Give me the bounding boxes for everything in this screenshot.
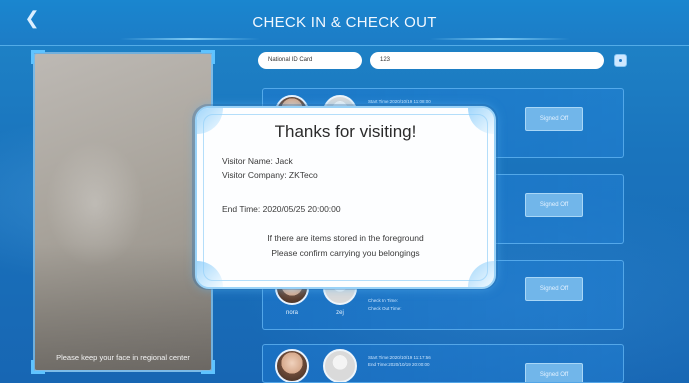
host-avatar (323, 349, 357, 382)
check-out-time: Check Out Time: (368, 306, 402, 311)
visitor-name-text: Visitor Name: Jack (222, 156, 293, 166)
search-input[interactable]: 123 (370, 52, 604, 69)
visitor-avatar (275, 349, 309, 382)
camera-corner-top-left (31, 50, 45, 64)
dialog-title: Thanks for visiting! (274, 122, 417, 141)
search-button[interactable] (614, 54, 627, 67)
camera-preview: Please keep your face in regional center (33, 52, 213, 372)
top-bar: ❮ CHECK IN & CHECK OUT (0, 0, 689, 46)
camera-corner-top-right (201, 50, 215, 64)
visitor-name: nora (285, 310, 298, 316)
record-card: Start Time:2020/10/19 11:17:56 End Time:… (262, 344, 624, 383)
end-time: End Time:2020/10/19 20:00:00 (368, 362, 430, 367)
signed-off-button[interactable]: Signed Off (525, 363, 583, 382)
signed-off-button[interactable]: Signed Off (525, 277, 583, 301)
end-time-text: End Time: 2020/05/25 20:00:00 (222, 204, 341, 214)
camera-corner-bottom-right (201, 360, 215, 374)
title-decoration-left (120, 38, 260, 40)
check-in-time: Check In Time: (368, 298, 399, 303)
start-time: Start Time:2020/10/19 11:17:56 (368, 355, 431, 360)
page-title: CHECK IN & CHECK OUT (252, 14, 437, 31)
title-decoration-right (430, 38, 570, 40)
camera-hint: Please keep your face in regional center (56, 353, 190, 362)
reminder-line-1: If there are items stored in the foregro… (267, 233, 424, 243)
id-type-select[interactable]: National ID Card (258, 52, 362, 69)
reminder-line-2: Please confirm carrying you belongings (271, 248, 420, 258)
signed-off-button[interactable]: Signed Off (525, 193, 583, 217)
host-name: zej (336, 310, 344, 316)
signed-off-button[interactable]: Signed Off (525, 107, 583, 131)
camera-corner-bottom-left (31, 360, 45, 374)
visitor-company-text: Visitor Company: ZKTeco (222, 170, 318, 180)
camera-feed (35, 54, 211, 370)
thanks-dialog: Thanks for visiting! Visitor Name: Jack … (195, 106, 496, 289)
